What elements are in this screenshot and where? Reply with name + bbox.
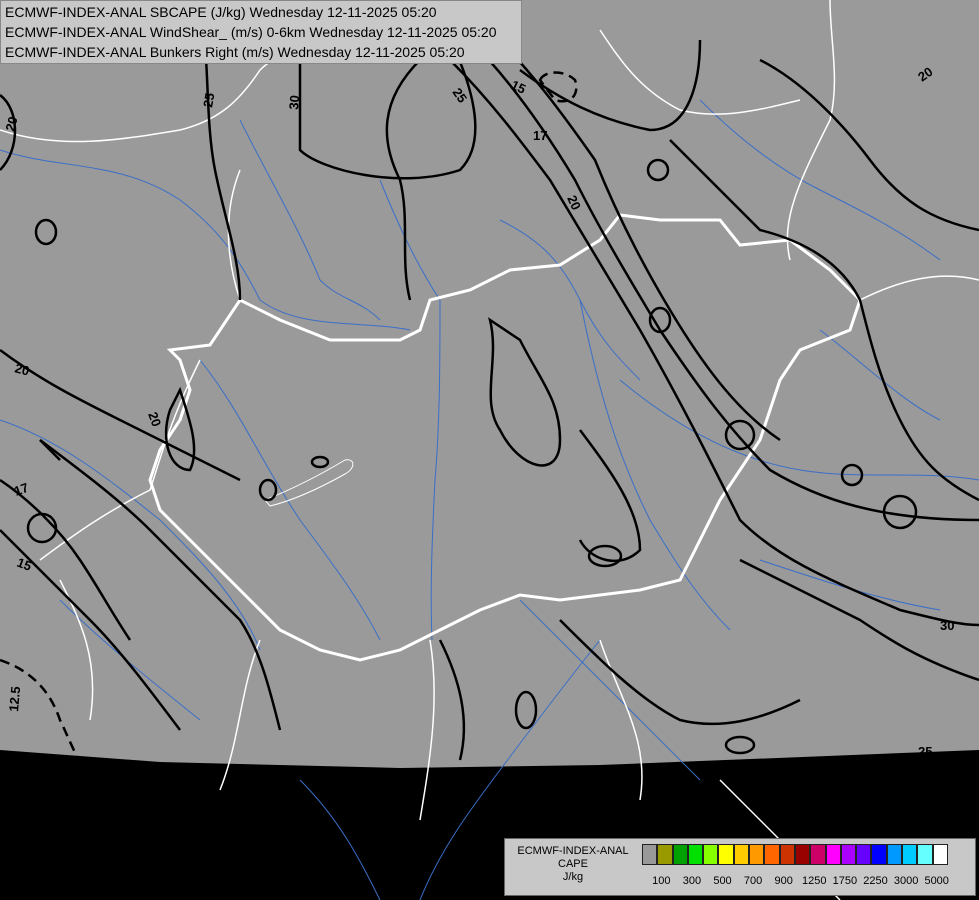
legend-swatch: [733, 844, 750, 865]
legend-swatch: [718, 844, 734, 865]
legend-tick-label: 900: [774, 875, 793, 887]
legend-tick-label: 100: [652, 875, 671, 887]
legend-swatch: [794, 844, 811, 865]
contour-label: 30: [940, 618, 954, 633]
contour-label: 30: [286, 95, 302, 111]
map-stage: 25 30 20 25 15 17 20 20 20 20 17 15 12.5…: [0, 0, 979, 900]
legend-tick-label: 500: [713, 875, 732, 887]
header-line-windshear: ECMWF-INDEX-ANAL WindShear_ (m/s) 0-6km …: [5, 24, 497, 40]
contour-label: 25: [918, 744, 932, 759]
legend-tick-label: 2250: [863, 875, 888, 887]
header-line-bunkers: ECMWF-INDEX-ANAL Bunkers Right (m/s) Wed…: [5, 44, 465, 60]
legend-swatch: [917, 844, 933, 865]
legend-swatch: [871, 844, 887, 865]
legend-swatch: [902, 844, 918, 865]
legend-tick-label: 1750: [832, 875, 858, 887]
legend-swatch: [764, 844, 780, 865]
legend-swatch: [687, 844, 704, 865]
legend-swatch: [840, 844, 857, 865]
legend-swatch: [886, 844, 903, 865]
legend-tick-label: 700: [743, 875, 763, 887]
legend-swatch: [749, 844, 765, 865]
legend-swatch: [703, 844, 719, 865]
legend-tick-label: 5000: [924, 875, 949, 887]
contour-label: 12.5: [6, 686, 23, 713]
legend-swatch: [856, 844, 872, 865]
map-header: ECMWF-INDEX-ANAL SBCAPE (J/kg) Wednesday…: [0, 0, 522, 64]
legend-swatch: [932, 844, 948, 865]
contour-label: 25: [200, 92, 217, 109]
legend-swatch: [657, 844, 673, 865]
legend-swatch: [825, 844, 841, 865]
legend-model: ECMWF-INDEX-ANAL: [517, 845, 629, 857]
legend-swatch: [779, 844, 795, 865]
legend-swatch: [810, 844, 826, 865]
legend-unit: J/kg: [562, 871, 584, 883]
cape-legend: ECMWF-INDEX-ANAL CAPE J/kg 100 300 500 700 9…: [504, 838, 976, 896]
legend-tick-label: 1250: [802, 875, 827, 887]
weather-map: 25 30 20 25 15 17 20 20 20 20 17 15 12.5…: [0, 0, 979, 900]
legend-swatch: [672, 844, 688, 865]
legend-variable: CAPE: [558, 858, 588, 870]
contour-label: 17: [533, 128, 547, 143]
legend-swatch: [642, 844, 658, 865]
header-line-sbcape: ECMWF-INDEX-ANAL SBCAPE (J/kg) Wednesday…: [5, 4, 437, 20]
legend-swatches: [642, 844, 948, 865]
legend-tick-label: 300: [682, 875, 702, 887]
legend-title: ECMWF-INDEX-ANAL CAPE J/kg: [509, 845, 637, 884]
legend-ticks: 100 300 500 700 900 1250 1750 2250 3000 5000: [642, 875, 972, 889]
legend-tick-label: 3000: [893, 875, 919, 887]
